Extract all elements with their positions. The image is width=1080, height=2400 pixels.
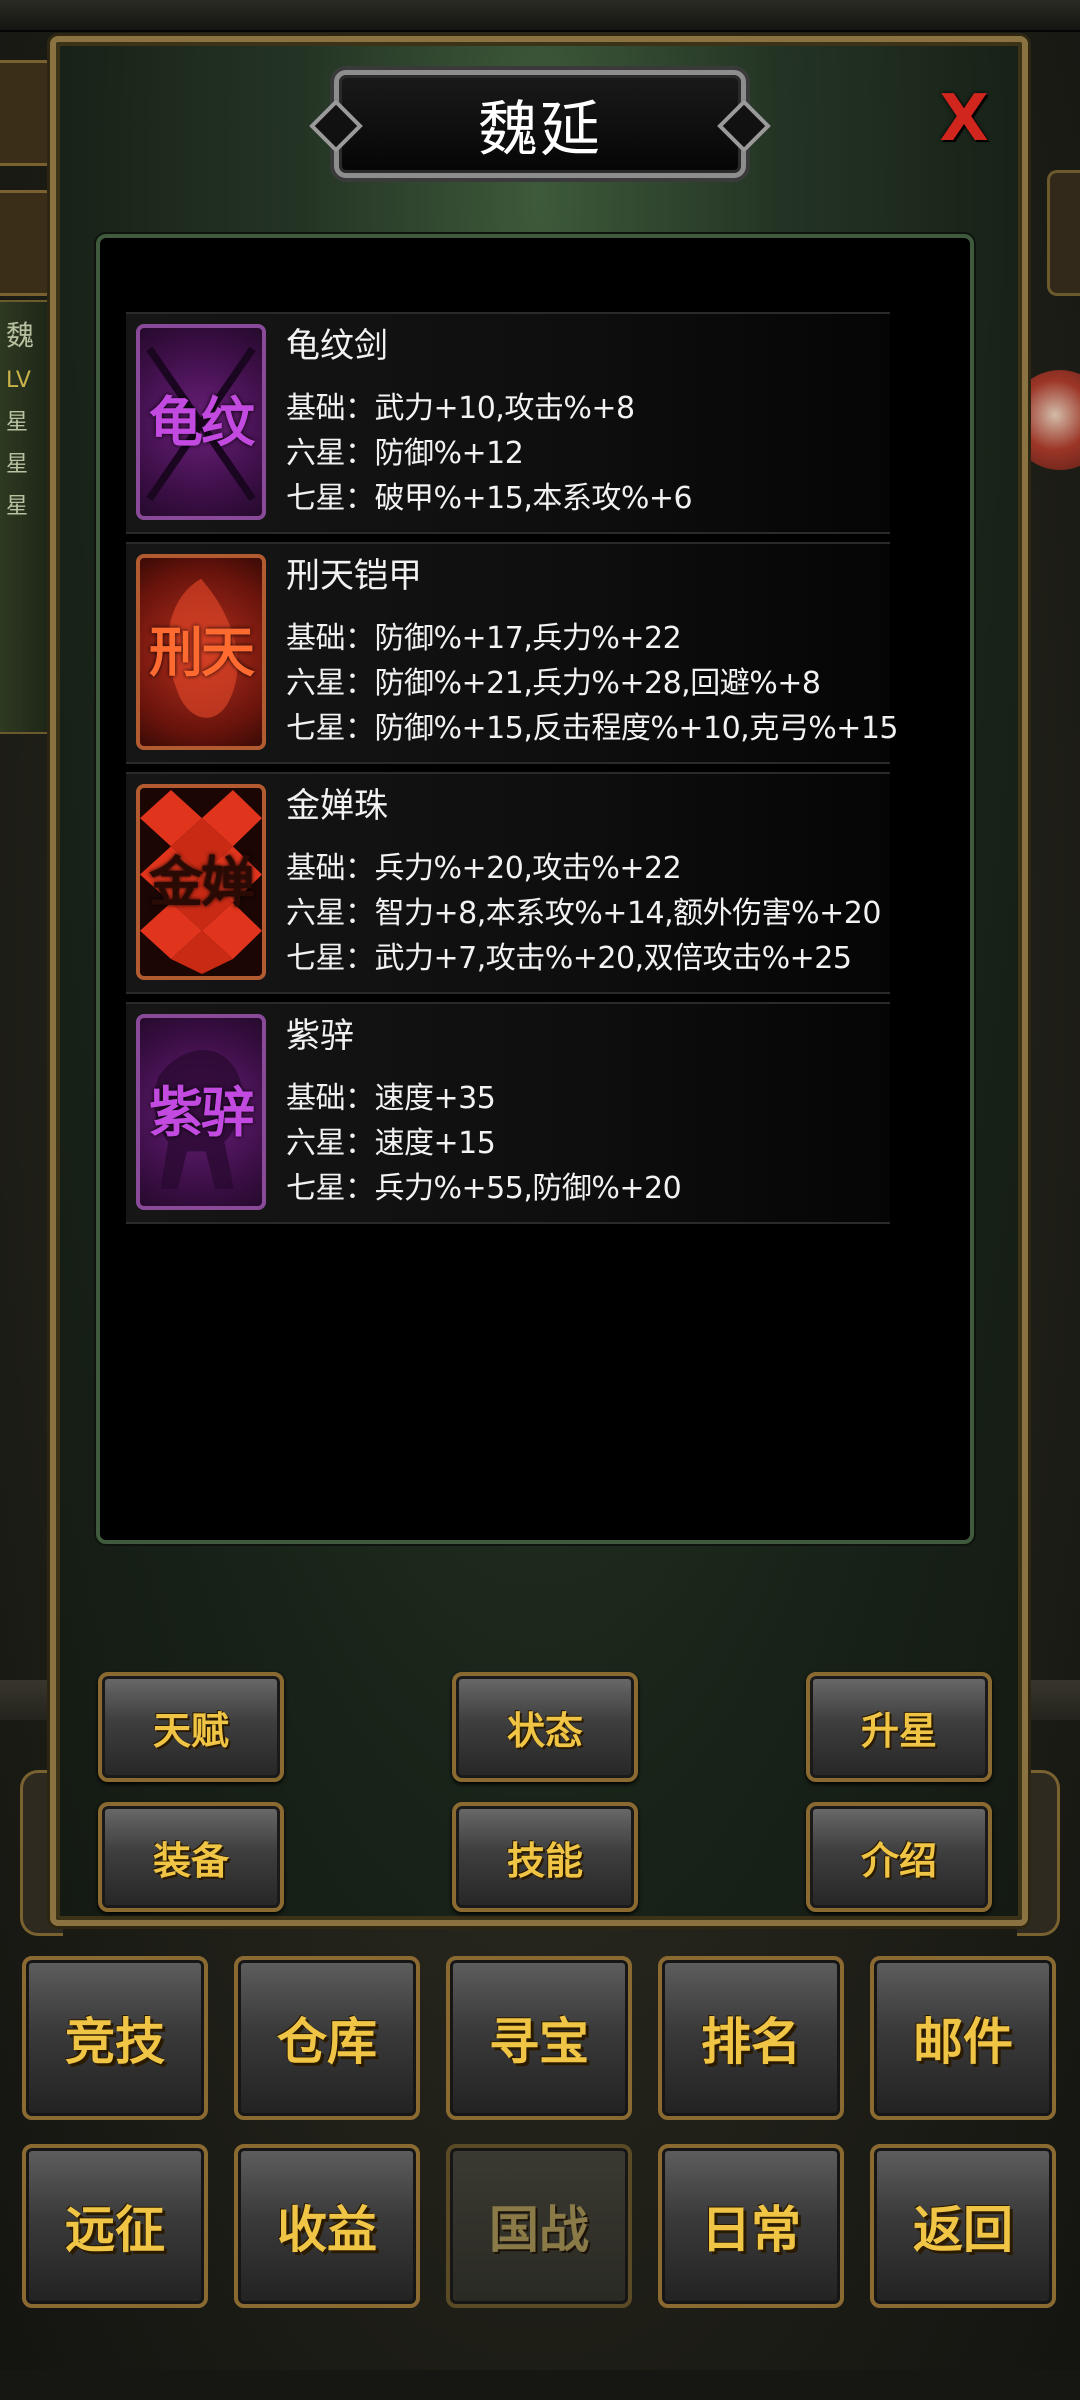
dialog-title: 魏延: [478, 94, 602, 165]
nav-daily-button[interactable]: 日常: [658, 2144, 844, 2308]
stat-line: 六星：速度+15: [286, 1126, 496, 1161]
stat-line: 七星：破甲%+15,本系攻%+6: [286, 481, 693, 516]
right-tab[interactable]: [1047, 170, 1080, 296]
equipment-stats: 基础：兵力%+20,攻击%+22 六星：智力+8,本系攻%+14,额外伤害%+2…: [286, 846, 881, 981]
icon-label: 刑天: [149, 620, 255, 684]
equipment-button[interactable]: 装备: [98, 1802, 284, 1912]
intro-button[interactable]: 介绍: [806, 1802, 992, 1912]
equipment-stats: 基础：防御%+17,兵力%+22 六星：防御%+21,兵力%+28,回避%+8 …: [286, 616, 899, 751]
left-info-strip: 魏 LV 星 星 星: [0, 300, 54, 734]
skills-button[interactable]: 技能: [452, 1802, 638, 1912]
nav-treasure-button[interactable]: 寻宝: [446, 1956, 632, 2120]
stat-line: 七星：防御%+15,反击程度%+10,克弓%+15: [286, 711, 899, 746]
sword-icon: 龟纹: [136, 324, 266, 520]
nav-arena-button[interactable]: 竞技: [22, 1956, 208, 2120]
left-tab-upper[interactable]: [0, 60, 55, 166]
equipment-item[interactable]: 刑天 刑天铠甲 基础：防御%+17,兵力%+22 六星：防御%+21,兵力%+2…: [126, 542, 899, 764]
equipment-name: 刑天铠甲: [286, 556, 422, 596]
close-button[interactable]: X: [934, 82, 994, 156]
star-up-button[interactable]: 升星: [806, 1672, 992, 1782]
equipment-name: 紫骍: [286, 1016, 354, 1056]
equipment-stats: 基础：武力+10,攻击%+8 六星：防御%+12 七星：破甲%+15,本系攻%+…: [286, 386, 693, 521]
stat-line: 七星：武力+7,攻击%+20,双倍攻击%+25: [286, 941, 852, 976]
icon-label: 龟纹: [149, 390, 255, 454]
icon-label: 紫骍: [149, 1080, 255, 1144]
nav-expedition-button[interactable]: 远征: [22, 2144, 208, 2308]
general-detail-dialog: 魏延 X 龟纹 龟纹剑 基础：武力+10,攻击%+8 六星：防御%+12 七星：…: [50, 36, 1028, 1926]
icon-label: 金婵: [149, 850, 255, 914]
nav-back-button[interactable]: 返回: [870, 2144, 1056, 2308]
stat-line: 基础：速度+35: [286, 1081, 496, 1116]
left-strip-text: 星: [6, 452, 29, 477]
pearl-icon: 金婵: [136, 784, 266, 980]
left-strip-text: 星: [6, 494, 29, 519]
nav-mail-button[interactable]: 邮件: [870, 1956, 1056, 2120]
nav-nation-war-button[interactable]: 国战: [446, 2144, 632, 2308]
stat-line: 基础：武力+10,攻击%+8: [286, 391, 635, 426]
armor-icon: 刑天: [136, 554, 266, 750]
nav-warehouse-button[interactable]: 仓库: [234, 1956, 420, 2120]
nav-ranking-button[interactable]: 排名: [658, 1956, 844, 2120]
equipment-item[interactable]: 紫骍 紫骍 基础：速度+35 六星：速度+15 七星：兵力%+55,防御%+20: [126, 1002, 890, 1224]
left-strip-text: LV: [6, 368, 31, 393]
title-plate: 魏延: [334, 70, 746, 178]
equipment-stats: 基础：速度+35 六星：速度+15 七星：兵力%+55,防御%+20: [286, 1076, 682, 1211]
stat-line: 基础：防御%+17,兵力%+22: [286, 621, 682, 656]
talent-button[interactable]: 天赋: [98, 1672, 284, 1782]
horse-icon: 紫骍: [136, 1014, 266, 1210]
status-button[interactable]: 状态: [452, 1672, 638, 1782]
equipment-panel: 龟纹 龟纹剑 基础：武力+10,攻击%+8 六星：防御%+12 七星：破甲%+1…: [96, 234, 974, 1544]
nav-income-button[interactable]: 收益: [234, 2144, 420, 2308]
top-bar: [0, 0, 1080, 32]
left-strip-text: 魏: [6, 319, 35, 352]
stat-line: 七星：兵力%+55,防御%+20: [286, 1171, 682, 1206]
stat-line: 基础：兵力%+20,攻击%+22: [286, 851, 682, 886]
stat-line: 六星：防御%+21,兵力%+28,回避%+8: [286, 666, 821, 701]
stat-line: 六星：智力+8,本系攻%+14,额外伤害%+20: [286, 896, 881, 931]
left-tab-lower[interactable]: [0, 190, 55, 296]
equipment-item[interactable]: 金婵 金婵珠 基础：兵力%+20,攻击%+22 六星：智力+8,本系攻%+14,…: [126, 772, 890, 994]
stat-line: 六星：防御%+12: [286, 436, 524, 471]
equipment-name: 龟纹剑: [286, 326, 388, 366]
left-strip-text: 星: [6, 410, 29, 435]
equipment-item[interactable]: 龟纹 龟纹剑 基础：武力+10,攻击%+8 六星：防御%+12 七星：破甲%+1…: [126, 312, 890, 534]
equipment-name: 金婵珠: [286, 786, 388, 826]
bottom-strip: [0, 2370, 1080, 2400]
